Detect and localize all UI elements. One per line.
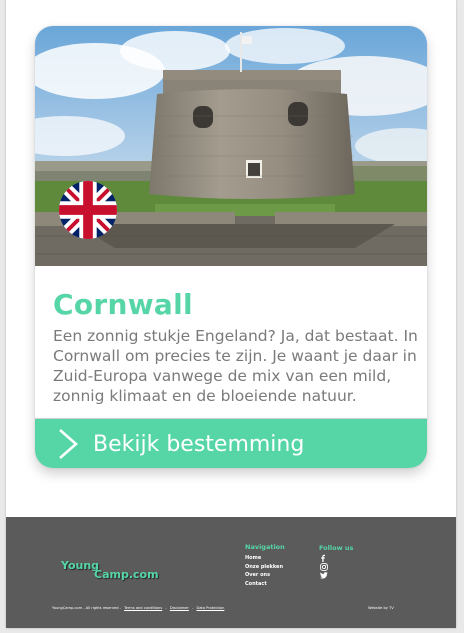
hero-image-pendennis-castle (35, 26, 427, 266)
footer-nav: Home Onze plekken Over ons Contact (245, 554, 283, 588)
footer-nav-over-ons[interactable]: Over ons (245, 571, 283, 580)
twitter-icon[interactable] (320, 572, 330, 581)
destination-title: Cornwall (53, 288, 193, 321)
footer-nav-onze-plekken[interactable]: Onze plekken (245, 563, 283, 572)
footer-nav-home[interactable]: Home (245, 554, 283, 563)
social-links (320, 554, 330, 581)
instagram-icon[interactable] (320, 563, 330, 572)
legal-separator: - (192, 606, 194, 610)
disclaimer-link[interactable]: Disclaimer (170, 606, 189, 610)
website-credit: Website by TV (368, 606, 394, 610)
follow-us-heading: Follow us (319, 544, 354, 552)
destination-description: Een zonnig stukje Engeland? Ja, dat best… (53, 327, 418, 405)
navigation-heading: Navigation (245, 543, 285, 551)
footer-nav-contact[interactable]: Contact (245, 580, 283, 589)
uk-flag-icon (59, 181, 117, 239)
legal-separator: - (165, 606, 167, 610)
view-destination-label: Bekijk bestemming (93, 432, 305, 457)
data-protection-link[interactable]: Data Protection (196, 606, 224, 610)
facebook-icon[interactable] (320, 554, 330, 563)
terms-link[interactable]: Terms and conditions (124, 606, 162, 610)
chevron-right-icon (57, 428, 79, 464)
site-footer: Young Camp.com Navigation Home Onze plek… (6, 517, 456, 628)
page: Cornwall Een zonnig stukje Engeland? Ja,… (6, 0, 456, 628)
destination-card: Cornwall Een zonnig stukje Engeland? Ja,… (35, 26, 427, 468)
legal-line: YoungCamp.com - All rights reserved - Te… (52, 606, 226, 610)
view-destination-button[interactable]: Bekijk bestemming (35, 419, 427, 468)
copyright-text: YoungCamp.com - All rights reserved - (52, 606, 121, 610)
logo-part-camp: Camp.com (94, 568, 159, 581)
